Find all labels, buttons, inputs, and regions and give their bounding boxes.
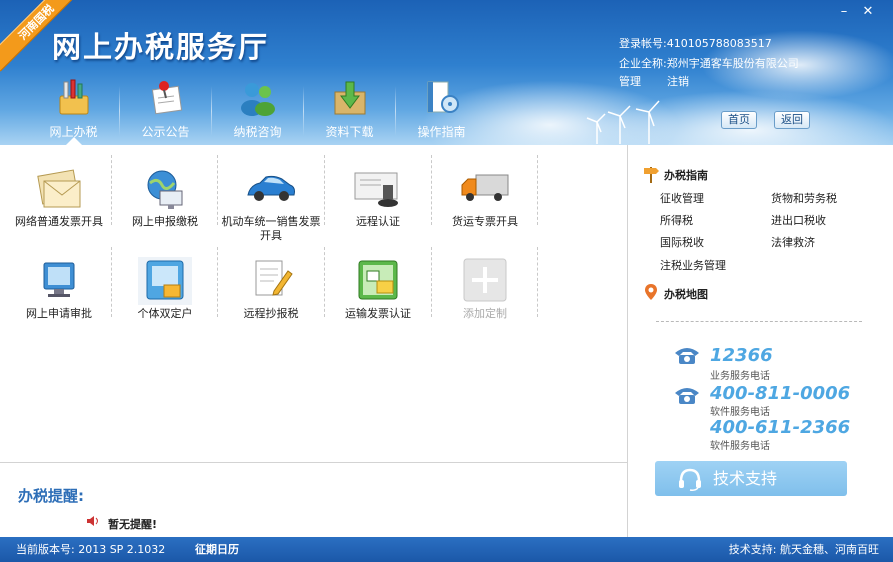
nav-announcements[interactable]: 公示公告 — [120, 78, 211, 142]
truck-icon — [461, 174, 509, 201]
phone-desc: 业务服务电话 — [710, 371, 770, 382]
headset-icon — [679, 468, 701, 491]
guide-link[interactable]: 货物和劳务税 — [771, 190, 837, 206]
tile-label: 货运专票开具 — [452, 215, 518, 228]
back-button[interactable]: 返回 — [774, 111, 810, 129]
tile-individual-fixed[interactable]: 个体双定户 — [112, 251, 218, 341]
account-label: 登录帐号: — [619, 37, 667, 50]
nav-consult[interactable]: 纳税咨询 — [212, 78, 303, 142]
app-header: 河南国税 网上办税服务厅 – ✕ 登录帐号:410105788083517 企业… — [0, 0, 893, 145]
document-pencil-icon — [255, 260, 293, 296]
phone-icon — [675, 348, 699, 364]
nav-label: 操作指南 — [417, 125, 466, 139]
company-value: 郑州宇通客车股份有限公司 — [666, 57, 799, 70]
tech-support-button[interactable]: 技术支持 — [655, 461, 847, 496]
map-pin-icon — [645, 284, 657, 300]
reminder-text: 暂无提醒! — [108, 518, 158, 531]
tile-label: 添加定制 — [463, 307, 507, 320]
guide-title: 办税指南 — [664, 169, 708, 182]
app-title: 网上办税服务厅 — [52, 30, 270, 64]
guide-link[interactable]: 国际税收 — [660, 234, 704, 250]
tile-label: 网络普通发票开具 — [15, 215, 103, 228]
people-chat-icon — [240, 83, 275, 116]
monitor-icon — [43, 262, 75, 297]
tile-label: 网上申请审批 — [26, 307, 92, 320]
main-nav: 网上办税 公示公告 纳税咨询 资料下载 操作指南 — [28, 78, 487, 145]
phone-number: 400-611-2366 — [710, 417, 851, 438]
grid-divider — [537, 155, 538, 225]
right-panel: 办税指南 征收管理 货物和劳务税 所得税 进出口税收 国际税收 法律救济 注税业… — [627, 145, 893, 537]
wind-turbine-icon — [607, 105, 631, 144]
phone-desc: 软件服务电话 — [710, 407, 770, 418]
nav-label: 网上办税 — [49, 125, 98, 139]
tax-reminder-panel: 办税提醒: 暂无提醒! — [0, 462, 627, 537]
grid-divider — [537, 247, 538, 317]
tile-label: 个体双定户 — [137, 307, 193, 320]
tile-label: 远程抄报税 — [243, 307, 299, 320]
stamp-certificate-icon — [354, 172, 398, 207]
account-value: 410105788083517 — [666, 37, 772, 50]
tile-freight-invoice[interactable]: 货运专票开具 — [432, 159, 538, 249]
account-links: 管理 注销 — [619, 73, 715, 89]
minimize-icon[interactable]: – — [836, 5, 852, 19]
phone-number: 12366 — [710, 345, 773, 366]
guide-link[interactable]: 注税业务管理 — [660, 257, 726, 273]
speaker-icon — [87, 516, 98, 526]
guide-link[interactable]: 进出口税收 — [771, 212, 826, 228]
map-title[interactable]: 办税地图 — [664, 286, 708, 302]
tile-online-declare[interactable]: 网上申报缴税 — [112, 159, 218, 249]
guide-link[interactable]: 征收管理 — [660, 190, 704, 206]
version-text: 当前版本号: 2013 SP 2.1032 — [16, 543, 166, 556]
account-row: 登录帐号:410105788083517 — [619, 35, 772, 51]
manage-link[interactable]: 管理 — [619, 75, 641, 88]
phone-number: 400-811-0006 — [710, 383, 851, 404]
tile-label: 远程认证 — [356, 215, 400, 228]
company-label: 企业全称: — [619, 57, 667, 70]
car-icon — [247, 175, 295, 201]
service-grid: 网络普通发票开具 网上申报缴税 机动车统一销售发票开具 远程认证 货运专票开具 … — [0, 145, 627, 463]
tile-vehicle-invoice[interactable]: 机动车统一销售发票开具 — [218, 159, 324, 249]
tile-add-custom[interactable]: 添加定制 — [432, 251, 538, 341]
download-box-icon — [334, 81, 365, 115]
tile-remote-report[interactable]: 远程抄报税 — [218, 251, 324, 341]
wind-turbine-icon — [635, 100, 660, 144]
invoice-envelope-icon — [37, 169, 81, 208]
tile-remote-certify[interactable]: 远程认证 — [325, 159, 431, 249]
tech-support-label: 技术支持 — [713, 469, 778, 488]
tile-online-approval[interactable]: 网上申请审批 — [6, 251, 112, 341]
support-vendors-text: 技术支持: 航天金穗、河南百旺 — [728, 543, 879, 556]
tile-label: 网上申报缴税 — [132, 215, 198, 228]
individual-board-icon — [138, 257, 192, 305]
nav-label: 资料下载 — [325, 125, 374, 139]
guide-link[interactable]: 所得税 — [660, 212, 693, 228]
home-button[interactable]: 首页 — [721, 111, 757, 129]
tile-transport-certify[interactable]: 运输发票认证 — [325, 251, 431, 341]
nav-label: 公示公告 — [141, 125, 190, 139]
logout-link[interactable]: 注销 — [667, 75, 689, 88]
phone-desc: 软件服务电话 — [710, 441, 770, 452]
panel-divider — [656, 321, 862, 322]
tile-label: 机动车统一销售发票开具 — [221, 215, 321, 242]
phone-icon — [675, 388, 699, 404]
toolbox-icon — [59, 79, 88, 115]
nav-guide[interactable]: 操作指南 — [396, 78, 487, 142]
tile-normal-invoice[interactable]: 网络普通发票开具 — [6, 159, 112, 249]
nav-downloads[interactable]: 资料下载 — [304, 78, 395, 142]
signpost-icon — [644, 167, 659, 183]
guide-link[interactable]: 法律救济 — [771, 234, 815, 250]
transport-invoice-icon — [358, 260, 398, 300]
nav-online-tax[interactable]: 网上办税 — [28, 78, 119, 145]
add-plus-icon — [463, 258, 507, 302]
globe-computer-icon — [147, 170, 183, 209]
company-row: 企业全称:郑州宇通客车股份有限公司 — [619, 55, 799, 71]
reminder-title: 办税提醒: — [18, 487, 84, 505]
tax-calendar-link[interactable]: 征期日历 — [195, 537, 239, 562]
guide-book-icon — [427, 81, 459, 113]
nav-label: 纳税咨询 — [233, 125, 282, 139]
notice-pin-icon — [151, 81, 182, 115]
status-bar: 当前版本号: 2013 SP 2.1032 征期日历 技术支持: 航天金穗、河南… — [0, 537, 893, 562]
close-icon[interactable]: ✕ — [860, 5, 876, 19]
tile-label: 运输发票认证 — [345, 307, 411, 320]
